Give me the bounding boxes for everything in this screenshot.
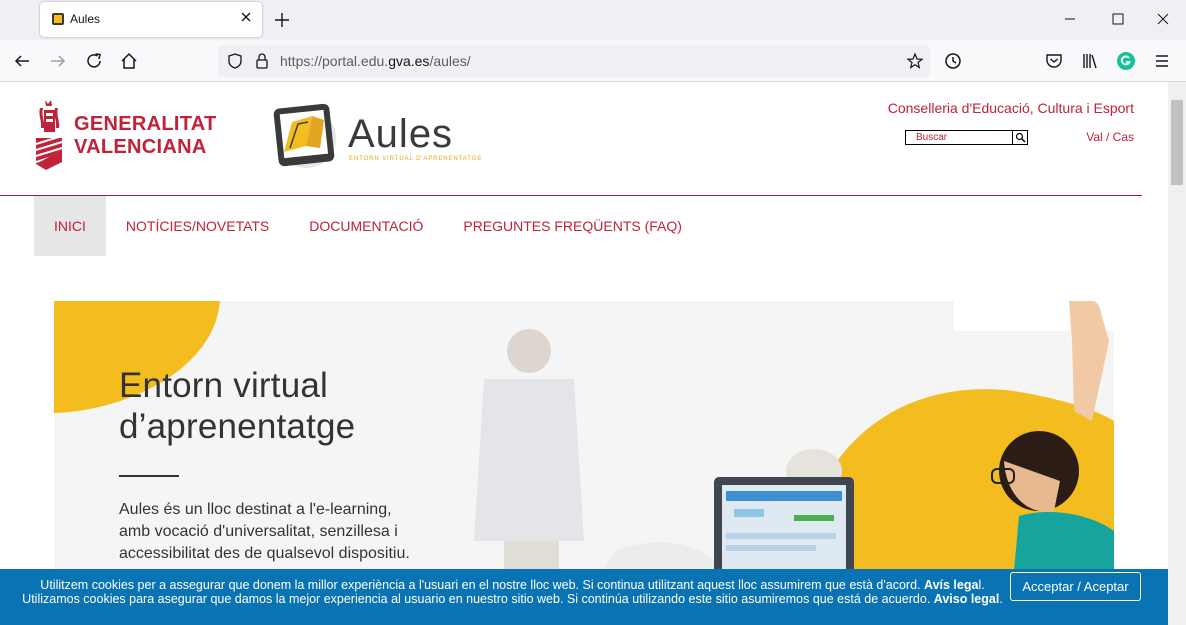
- hero-title-line1: Entorn virtual: [119, 366, 329, 405]
- gva-emblem-icon: [35, 100, 63, 170]
- menu-item-noticies[interactable]: NOTÍCIES/NOVETATS: [106, 196, 289, 256]
- menu-item-faq[interactable]: PREGUNTES FREQÜENTS (FAQ): [443, 196, 702, 256]
- favicon-icon: [52, 13, 64, 25]
- aules-tagline: ENTORN VIRTUAL D'APRENENTATGE: [349, 156, 483, 162]
- hero-description: Aules és un lloc destinat a l'e-learning…: [119, 499, 459, 565]
- forward-icon[interactable]: [47, 50, 69, 72]
- tab-title: Aules: [70, 12, 101, 26]
- url-path: /aules/: [429, 53, 471, 69]
- menu-item-inici[interactable]: INICI: [34, 196, 106, 256]
- menu-icon[interactable]: [1151, 50, 1173, 72]
- menu-item-documentacio[interactable]: DOCUMENTACIÓ: [289, 196, 443, 256]
- reload-icon[interactable]: [83, 50, 105, 72]
- tab-bar: Aules: [0, 0, 1186, 40]
- aules-wordmark: Aules: [348, 112, 454, 156]
- library-icon[interactable]: [1079, 50, 1101, 72]
- maximize-icon[interactable]: [1105, 8, 1129, 30]
- conselleria-link[interactable]: Conselleria d'Educació, Cultura i Esport: [888, 100, 1134, 116]
- star-icon[interactable]: [906, 52, 924, 70]
- legal-link-cas[interactable]: Aviso legal: [934, 592, 1000, 606]
- hero-title: Entorn virtual d’aprenentatge: [119, 365, 355, 447]
- hero-desc-line1: Aules és un lloc destinat a l'e-learning…: [119, 501, 392, 518]
- gva-line2: VALENCIANA: [74, 136, 207, 158]
- cookie-text-val: Utilitzem cookies per a assegurar que do…: [40, 578, 921, 592]
- cookie-text-end: .: [999, 591, 1003, 606]
- accept-cookies-button[interactable]: Acceptar / Aceptar: [1010, 572, 1141, 601]
- shield-icon[interactable]: [226, 52, 244, 70]
- minimize-icon[interactable]: [1058, 8, 1082, 30]
- back-icon[interactable]: [11, 50, 33, 72]
- home-icon[interactable]: [118, 50, 140, 72]
- url-bar[interactable]: https://portal.edu.gva.es/aules/: [218, 45, 930, 77]
- url-prefix: https://portal.edu.: [280, 53, 389, 69]
- close-icon[interactable]: [238, 9, 254, 25]
- search-button[interactable]: [1012, 130, 1028, 145]
- gva-logo[interactable]: GENERALITAT VALENCIANA: [32, 96, 222, 176]
- legal-link-val[interactable]: Avís lega: [924, 578, 978, 592]
- hero-desc-line2: amb vocació d'universalitat, senzillesa …: [119, 523, 398, 540]
- gva-line1: GENERALITAT: [74, 113, 217, 135]
- search-input[interactable]: Buscar: [905, 130, 1013, 145]
- hero-desc-line3: accessibilitat des de qualsevol disposit…: [119, 545, 410, 562]
- grammarly-icon[interactable]: [1115, 50, 1137, 72]
- scrollbar-thumb[interactable]: [1171, 100, 1183, 185]
- gva-wordmark: GENERALITAT VALENCIANA: [74, 113, 217, 159]
- hero-title-line2: d’aprenentatge: [119, 407, 356, 446]
- cookie-banner: Utilitzem cookies per a assegurar que do…: [0, 569, 1168, 625]
- plus-icon[interactable]: [272, 10, 292, 30]
- main-menu: INICI NOTÍCIES/NOVETATS DOCUMENTACIÓ PRE…: [34, 196, 702, 256]
- close-window-icon[interactable]: [1151, 8, 1175, 30]
- browser-tab[interactable]: Aules: [40, 2, 262, 37]
- language-switch[interactable]: Val / Cas: [1086, 130, 1134, 144]
- tablet-book-icon: [273, 103, 336, 168]
- url-text[interactable]: https://portal.edu.gva.es/aules/: [280, 53, 471, 69]
- search-placeholder: Buscar: [916, 132, 948, 143]
- web-page: GENERALITAT VALENCIANA Aules ENTORN VIRT…: [0, 82, 1168, 625]
- cookie-text: Utilitzem cookies per a assegurar que do…: [20, 578, 1005, 606]
- pocket-icon[interactable]: [1043, 50, 1065, 72]
- search-icon: [1015, 132, 1026, 143]
- url-domain: gva.es: [388, 53, 430, 69]
- lock-icon[interactable]: [254, 52, 270, 70]
- nav-toolbar: https://portal.edu.gva.es/aules/: [0, 40, 1186, 82]
- aules-logo[interactable]: Aules ENTORN VIRTUAL D'APRENENTATGE: [268, 100, 488, 170]
- hero-divider: [119, 475, 179, 477]
- history-icon[interactable]: [942, 50, 964, 72]
